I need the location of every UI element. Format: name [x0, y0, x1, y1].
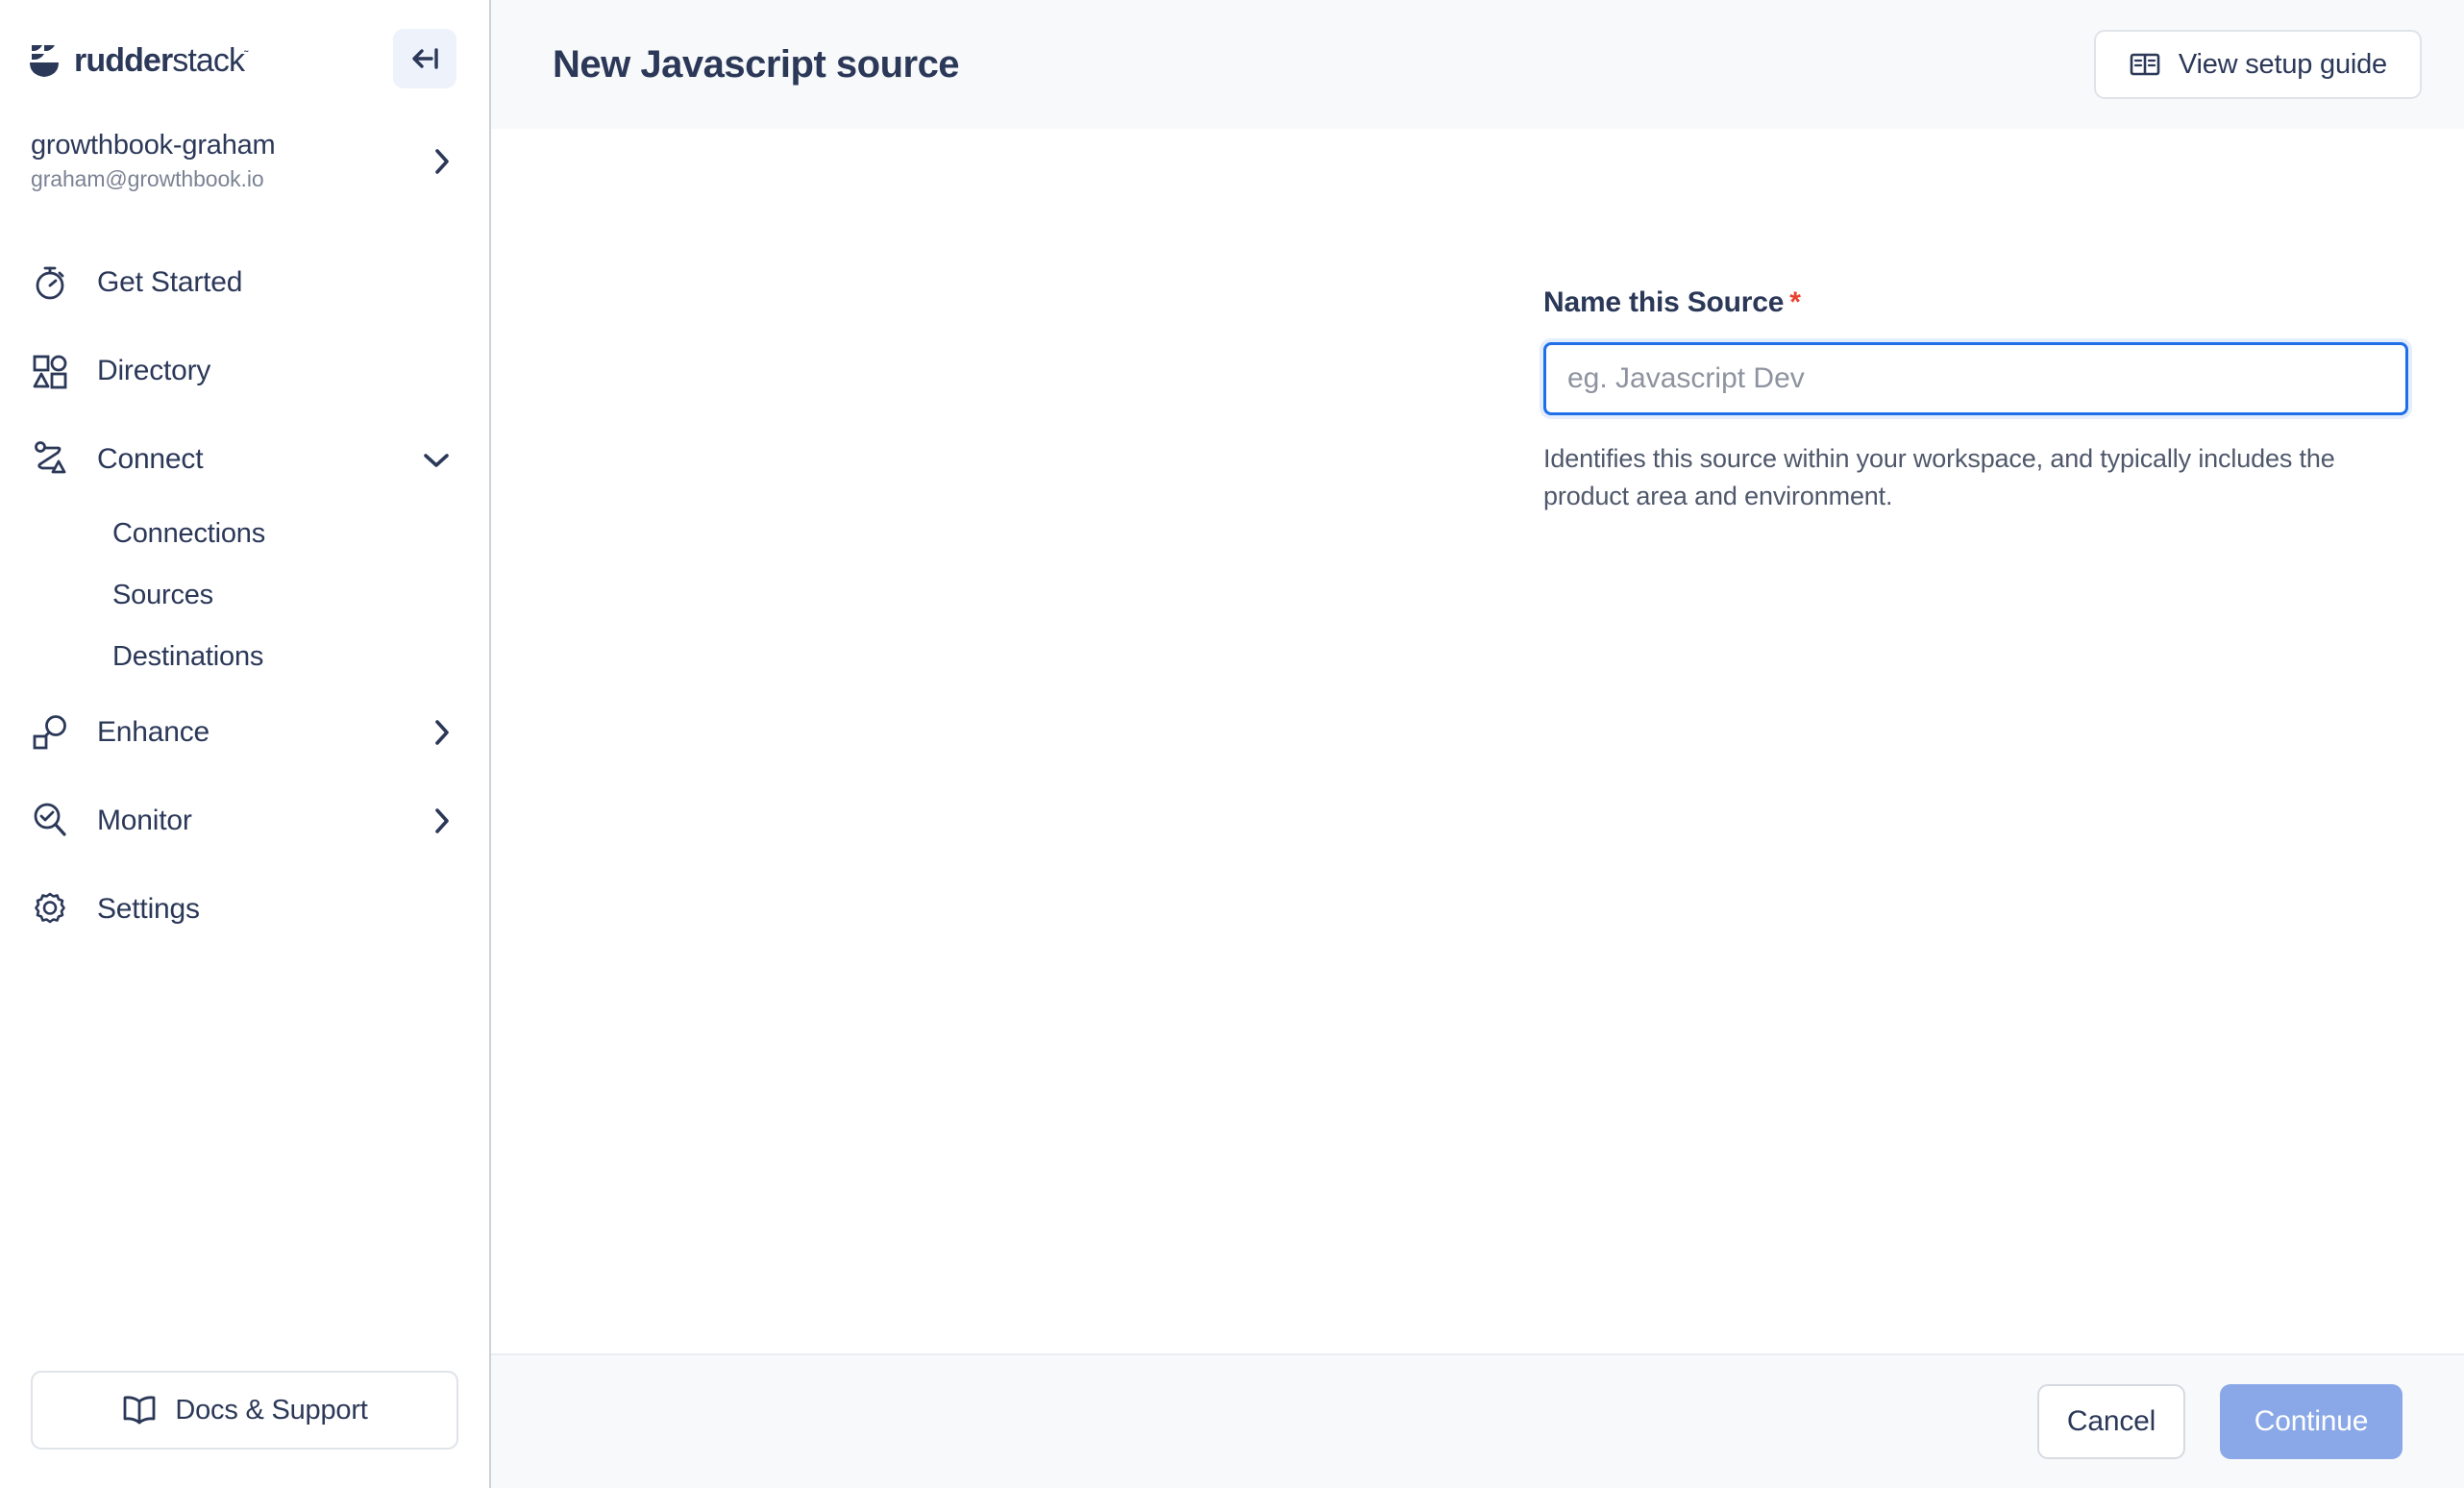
sidebar-subitem-connections[interactable]: Connections [0, 504, 489, 565]
sidebar-item-label: Monitor [97, 804, 192, 836]
enhance-node-icon [31, 713, 83, 752]
directory-shapes-icon [31, 352, 83, 390]
sidebar-subitem-label: Sources [112, 580, 213, 611]
rudderstack-logo: rudderstack˜ [29, 29, 249, 80]
view-setup-guide-label: View setup guide [2178, 48, 2387, 80]
sidebar-collapse-button[interactable] [393, 29, 456, 88]
sidebar-item-connect[interactable]: Connect [0, 415, 489, 504]
workspace-switcher[interactable]: growthbook-graham graham@growthbook.io [0, 88, 489, 192]
chevron-right-icon [431, 805, 453, 837]
sidebar-nav: Get Started Directory Connect Connection… [0, 238, 489, 954]
logo-trademark: ˜ [244, 47, 248, 62]
chevron-right-icon [435, 148, 449, 174]
sidebar-subitem-label: Destinations [112, 641, 264, 673]
name-field-help-text: Identifies this source within your works… [1543, 444, 2335, 511]
sidebar-subitem-destinations[interactable]: Destinations [0, 627, 489, 688]
gear-icon [31, 890, 83, 929]
name-field-label-text: Name this Source [1543, 286, 1785, 318]
sidebar-item-monitor[interactable]: Monitor [0, 777, 489, 865]
open-book-icon [123, 1396, 156, 1425]
logo-word-rudder: rudder [74, 42, 173, 79]
sidebar-item-label: Directory [97, 354, 211, 386]
connect-path-icon [31, 440, 83, 479]
continue-button[interactable]: Continue [2220, 1384, 2402, 1459]
workspace-name: growthbook-graham [31, 130, 276, 161]
sidebar: rudderstack˜ growthbook-graham graham@gr… [0, 0, 491, 1488]
book-open-icon [2130, 53, 2160, 76]
arrow-left-to-line-icon [412, 48, 438, 69]
name-field-label: Name this Source * [1543, 286, 2408, 319]
sidebar-item-label: Connect [97, 442, 204, 475]
sidebar-item-label: Enhance [97, 715, 210, 748]
sidebar-subitem-sources[interactable]: Sources [0, 565, 489, 627]
sidebar-item-settings[interactable]: Settings [0, 865, 489, 954]
source-name-input[interactable] [1543, 342, 2408, 415]
app-root: rudderstack˜ growthbook-graham graham@gr… [0, 0, 2464, 1488]
sidebar-item-label: Settings [97, 892, 200, 925]
required-marker: * [1789, 286, 1801, 318]
page-content: Name this Source* Identifies this source… [491, 129, 2464, 1353]
rudderstack-logo-mark [30, 44, 59, 77]
sidebar-subitem-label: Connections [112, 518, 266, 550]
workspace-email: graham@growthbook.io [31, 166, 264, 192]
sidebar-header: rudderstack˜ [0, 0, 489, 88]
logo-wordmark: rudderstack˜ [74, 42, 249, 80]
workspace-info: growthbook-graham graham@growthbook.io [31, 130, 276, 192]
magnifier-check-icon [31, 802, 83, 840]
sidebar-item-directory[interactable]: Directory [0, 327, 489, 415]
stopwatch-icon [31, 263, 83, 302]
source-name-form: Name this Source* Identifies this source… [1543, 286, 2408, 516]
docs-and-support-button[interactable]: Docs & Support [31, 1371, 458, 1450]
main-area: New Javascript source View setup guide N… [491, 0, 2464, 1488]
page-title: New Javascript source [553, 42, 960, 86]
logo-word-stack: stack [172, 42, 245, 79]
sidebar-item-get-started[interactable]: Get Started [0, 238, 489, 327]
page-footer: Cancel Continue [491, 1353, 2464, 1488]
view-setup-guide-button[interactable]: View setup guide [2093, 30, 2422, 99]
sidebar-item-label: Get Started [97, 265, 243, 298]
docs-and-support-label: Docs & Support [175, 1394, 368, 1426]
cancel-button[interactable]: Cancel [2037, 1384, 2185, 1459]
sidebar-item-enhance[interactable]: Enhance [0, 688, 489, 777]
chevron-right-icon [431, 716, 453, 749]
chevron-down-icon [420, 449, 453, 470]
page-header: New Javascript source View setup guide [491, 0, 2464, 129]
